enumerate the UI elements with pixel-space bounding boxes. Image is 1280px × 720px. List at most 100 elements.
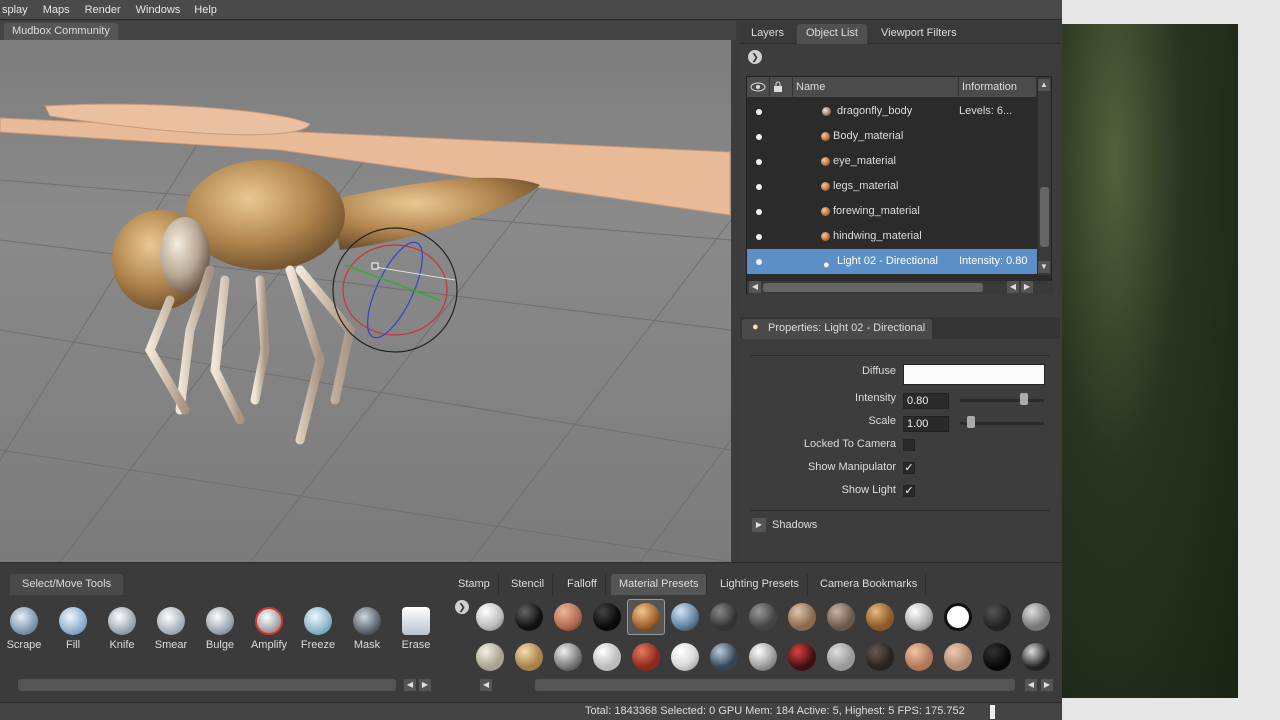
material-sphere[interactable] xyxy=(710,603,738,631)
tool-fill[interactable]: Fill xyxy=(50,607,96,651)
list-item[interactable]: Body_material xyxy=(747,124,1037,149)
material-sphere[interactable] xyxy=(1022,643,1050,671)
tool-scrape[interactable]: Scrape xyxy=(1,607,47,651)
object-list-hscrollbar[interactable]: ◀ ◀ ▶ xyxy=(747,281,1053,294)
visibility-dot[interactable] xyxy=(756,184,762,190)
locked-to-camera-checkbox[interactable] xyxy=(903,439,915,451)
tab-stamp[interactable]: Stamp xyxy=(450,574,499,595)
name-column-header[interactable]: Name xyxy=(793,77,959,98)
material-sphere[interactable] xyxy=(866,603,894,631)
tab-lighting-presets[interactable]: Lighting Presets xyxy=(712,574,808,595)
material-sphere[interactable] xyxy=(632,603,660,631)
presets-scroll-thumb[interactable] xyxy=(535,679,1015,691)
material-sphere[interactable] xyxy=(788,603,816,631)
tab-stencil[interactable]: Stencil xyxy=(503,574,554,595)
list-item-selected[interactable]: ● Light 02 - Directional Intensity: 0.80 xyxy=(747,249,1037,274)
material-sphere[interactable] xyxy=(749,603,777,631)
tab-falloff[interactable]: Falloff xyxy=(559,574,606,595)
scroll-left-icon[interactable]: ◀ xyxy=(1025,679,1037,691)
material-sphere[interactable] xyxy=(983,643,1011,671)
scroll-right-icon[interactable]: ▶ xyxy=(1041,679,1053,691)
tool-smear[interactable]: Smear xyxy=(148,607,194,651)
menu-maps[interactable]: Maps xyxy=(43,4,70,16)
shadows-section-label[interactable]: Shadows xyxy=(772,519,817,531)
visibility-dot[interactable] xyxy=(756,134,762,140)
scroll-left-icon[interactable]: ◀ xyxy=(749,281,761,293)
scroll-right-icon[interactable]: ▶ xyxy=(1021,281,1033,293)
material-sphere[interactable] xyxy=(593,643,621,671)
3d-viewport[interactable] xyxy=(0,40,731,562)
intensity-field[interactable] xyxy=(903,393,949,409)
visibility-dot[interactable] xyxy=(756,109,762,115)
material-sphere[interactable] xyxy=(983,603,1011,631)
menu-windows[interactable]: Windows xyxy=(136,4,181,16)
scroll-down-icon[interactable]: ▼ xyxy=(1038,261,1050,273)
material-sphere[interactable] xyxy=(593,603,621,631)
lock-icon[interactable] xyxy=(770,77,793,98)
scale-slider-thumb[interactable] xyxy=(967,416,975,428)
scroll-left-icon[interactable]: ◀ xyxy=(480,679,492,691)
tab-layers[interactable]: Layers xyxy=(742,24,793,44)
tool-freeze[interactable]: Freeze xyxy=(295,607,341,651)
menu-render[interactable]: Render xyxy=(85,4,121,16)
tab-material-presets[interactable]: Material Presets xyxy=(611,574,708,595)
list-item[interactable]: forewing_material xyxy=(747,199,1037,224)
material-sphere[interactable] xyxy=(476,643,504,671)
material-sphere[interactable] xyxy=(866,643,894,671)
visibility-dot[interactable] xyxy=(756,234,762,240)
tab-camera-bookmarks[interactable]: Camera Bookmarks xyxy=(812,574,927,595)
scale-field[interactable] xyxy=(903,416,949,432)
tool-mask[interactable]: Mask xyxy=(344,607,390,651)
material-sphere[interactable] xyxy=(944,643,972,671)
intensity-slider[interactable] xyxy=(960,399,1044,402)
tab-select-move-tools[interactable]: Select/Move Tools xyxy=(10,574,124,595)
tab-viewport-filters[interactable]: Viewport Filters xyxy=(872,24,966,44)
panel-options-button[interactable]: ❯ xyxy=(748,50,762,64)
material-sphere[interactable] xyxy=(1022,603,1050,631)
list-item[interactable]: eye_material xyxy=(747,149,1037,174)
list-item[interactable]: dragonfly_body Levels: 6... xyxy=(747,99,1037,124)
intensity-slider-thumb[interactable] xyxy=(1020,393,1028,405)
tab-object-list[interactable]: Object List xyxy=(797,24,867,44)
tool-erase[interactable]: Erase xyxy=(393,607,439,651)
scroll-thumb[interactable] xyxy=(1040,187,1049,247)
scroll-left-icon[interactable]: ◀ xyxy=(1007,281,1019,293)
material-sphere[interactable] xyxy=(788,643,816,671)
info-column-header[interactable]: Information xyxy=(959,77,1037,98)
material-sphere[interactable] xyxy=(749,643,777,671)
material-sphere[interactable] xyxy=(671,603,699,631)
show-light-checkbox[interactable]: ✓ xyxy=(903,485,915,497)
material-sphere[interactable] xyxy=(671,643,699,671)
material-sphere[interactable] xyxy=(554,643,582,671)
material-sphere[interactable] xyxy=(827,643,855,671)
visibility-dot[interactable] xyxy=(756,159,762,165)
material-sphere[interactable] xyxy=(827,603,855,631)
scroll-up-icon[interactable]: ▲ xyxy=(1038,79,1050,91)
material-sphere[interactable] xyxy=(515,603,543,631)
material-sphere[interactable] xyxy=(476,603,504,631)
material-sphere[interactable] xyxy=(905,643,933,671)
scroll-right-icon[interactable]: ▶ xyxy=(419,679,431,691)
tool-bulge[interactable]: Bulge xyxy=(197,607,243,651)
show-manipulator-checkbox[interactable]: ✓ xyxy=(903,462,915,474)
material-sphere[interactable] xyxy=(554,603,582,631)
list-item[interactable]: hindwing_material xyxy=(747,224,1037,249)
visibility-dot[interactable] xyxy=(756,209,762,215)
expand-shadows-icon[interactable]: ▶ xyxy=(752,518,766,532)
material-sphere[interactable] xyxy=(905,603,933,631)
scroll-left-icon[interactable]: ◀ xyxy=(404,679,416,691)
presets-options-button[interactable]: ❯ xyxy=(455,600,469,614)
viewport-tab[interactable]: Mudbox Community xyxy=(4,23,118,40)
material-sphere[interactable] xyxy=(710,643,738,671)
scroll-thumb[interactable] xyxy=(763,283,983,292)
material-sphere[interactable] xyxy=(515,643,543,671)
material-sphere[interactable] xyxy=(944,603,972,631)
menu-help[interactable]: Help xyxy=(194,4,217,16)
diffuse-color-swatch[interactable] xyxy=(903,364,1045,385)
object-list-vscrollbar[interactable]: ▲ ▼ xyxy=(1038,77,1051,275)
tool-knife[interactable]: Knife xyxy=(99,607,145,651)
menu-display[interactable]: splay xyxy=(2,4,28,16)
visibility-dot[interactable] xyxy=(756,259,762,265)
material-sphere[interactable] xyxy=(632,643,660,671)
visibility-icon[interactable] xyxy=(747,77,770,98)
